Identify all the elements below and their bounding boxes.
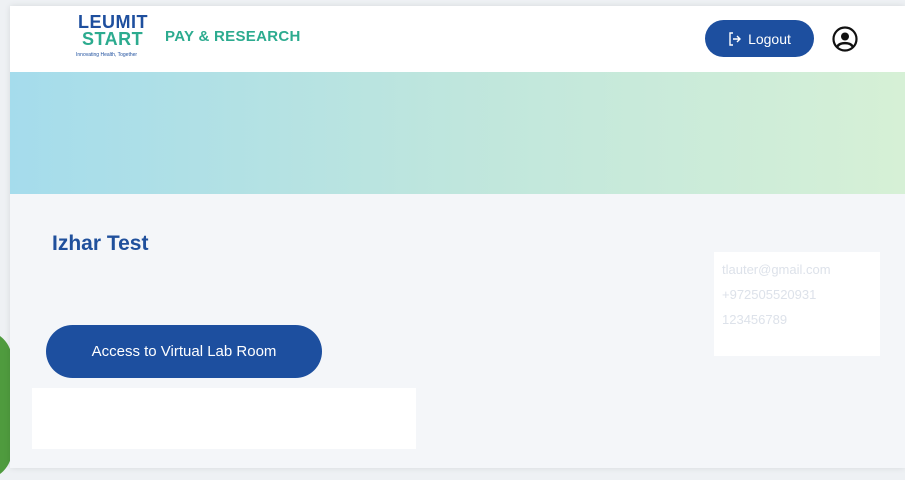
phone-text: +972505520931: [722, 287, 817, 302]
logout-label: Logout: [748, 30, 791, 47]
top-header: LEUMIT START Innovating Health, Together…: [10, 6, 905, 72]
logo-tagline: Innovating Health, Together: [76, 52, 138, 58]
id-number-text: 123456789: [722, 312, 788, 327]
contact-info-card: tlauter@gmail.com +972505520931 12345678…: [714, 252, 880, 356]
leumit-start-logo[interactable]: LEUMIT START Innovating Health, Together: [74, 12, 154, 68]
email-text: tlauter@gmail.com: [722, 262, 831, 277]
logout-arrow-icon: [728, 31, 742, 46]
logo-text-start: START: [82, 29, 144, 49]
virtual-lab-button[interactable]: Access to Virtual Lab Room: [46, 325, 322, 378]
hero-banner: [10, 72, 905, 194]
user-circle-icon[interactable]: [832, 26, 858, 52]
user-name-heading: Izhar Test: [52, 232, 149, 255]
logout-button[interactable]: Logout: [705, 20, 814, 57]
empty-panel: [32, 388, 416, 449]
app-title: PAY & RESEARCH: [165, 28, 301, 45]
app-frame: LEUMIT START Innovating Health, Together…: [10, 6, 905, 468]
